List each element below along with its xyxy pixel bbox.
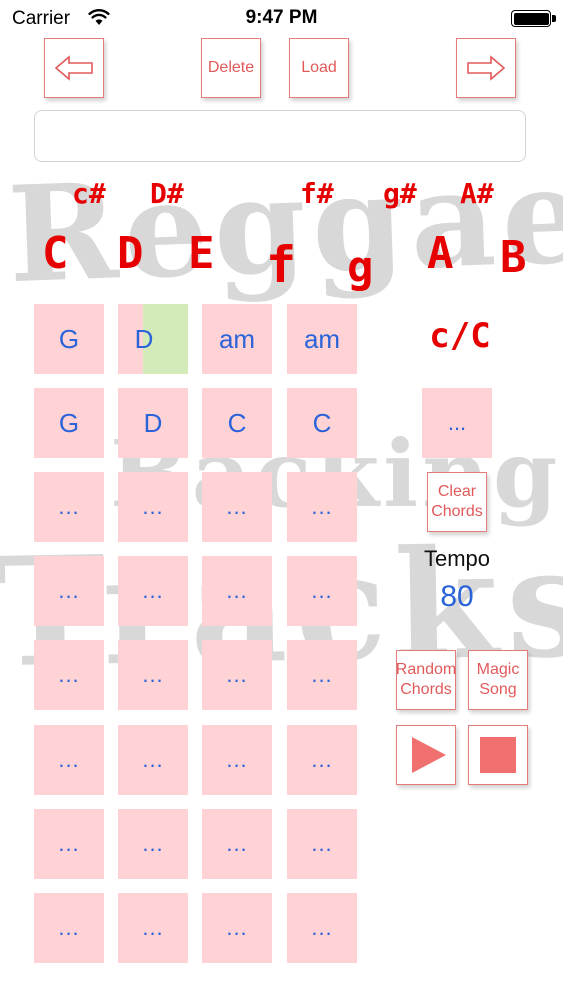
chord-cell[interactable]: ... — [118, 472, 188, 542]
chord-cell-label: ... — [311, 831, 333, 856]
key-g-sharp[interactable]: g# — [383, 180, 417, 208]
chord-cell[interactable]: ... — [287, 809, 357, 879]
chord-cell-label: ... — [311, 494, 333, 519]
chord-cell[interactable]: D — [118, 388, 188, 458]
chord-cell-label: ... — [311, 915, 333, 940]
battery-icon — [511, 10, 551, 27]
key-a-sharp[interactable]: A# — [460, 180, 494, 208]
tempo-value[interactable]: 80 — [397, 580, 517, 614]
extra-chord-slot-label: ... — [447, 410, 467, 435]
chord-cell[interactable]: ... — [34, 809, 104, 879]
key-f[interactable]: f — [266, 240, 296, 290]
chord-cell[interactable]: ... — [202, 472, 272, 542]
chord-cell[interactable]: ... — [202, 725, 272, 795]
chord-cell[interactable]: ... — [118, 809, 188, 879]
chord-cell[interactable]: ... — [34, 556, 104, 626]
chord-cell-label: ... — [226, 578, 248, 603]
play-button[interactable] — [396, 725, 456, 785]
load-button[interactable]: Load — [289, 38, 349, 98]
chord-cell-label: ... — [142, 747, 164, 772]
stop-icon — [480, 737, 516, 773]
chord-cell[interactable]: am — [287, 304, 357, 374]
chord-cell[interactable]: ... — [34, 640, 104, 710]
chord-cell-label: ... — [58, 578, 80, 603]
key-d-sharp[interactable]: D# — [150, 180, 184, 208]
chord-cell-label: ... — [311, 662, 333, 687]
chord-cell-label: ... — [311, 747, 333, 772]
chord-cell-label: C — [227, 407, 247, 438]
chord-cell[interactable]: ... — [287, 472, 357, 542]
chord-cell[interactable]: ... — [34, 725, 104, 795]
chord-cell[interactable]: D — [118, 304, 188, 374]
key-c-sharp[interactable]: c# — [72, 180, 106, 208]
magic-song-button[interactable]: Magic Song — [468, 650, 528, 710]
chord-cell[interactable]: ... — [118, 556, 188, 626]
chord-cell-label: G — [58, 323, 80, 354]
chord-cell[interactable]: G — [34, 304, 104, 374]
play-icon — [412, 737, 446, 773]
chord-cell-label: ... — [142, 915, 164, 940]
key-c[interactable]: C — [42, 232, 69, 276]
chord-cell[interactable]: ... — [34, 893, 104, 963]
key-g[interactable]: g — [347, 246, 374, 290]
back-button[interactable] — [44, 38, 104, 98]
chord-cell[interactable]: ... — [287, 640, 357, 710]
chord-cell-label: ... — [226, 747, 248, 772]
key-e[interactable]: E — [188, 232, 215, 276]
chord-cell[interactable]: ... — [34, 472, 104, 542]
stop-button[interactable] — [468, 725, 528, 785]
key-d[interactable]: D — [117, 232, 144, 276]
key-a[interactable]: A — [427, 232, 454, 276]
chord-cell[interactable]: ... — [287, 893, 357, 963]
key-f-sharp[interactable]: f# — [300, 180, 334, 208]
chord-cell[interactable]: ... — [202, 640, 272, 710]
key-b[interactable]: B — [500, 236, 527, 280]
chord-cell-label: am — [218, 323, 256, 354]
clock-time: 9:47 PM — [245, 7, 318, 28]
chord-cell[interactable]: G — [34, 388, 104, 458]
chord-cell-label: ... — [142, 494, 164, 519]
chord-cell[interactable]: C — [202, 388, 272, 458]
chord-cell-label: ... — [58, 831, 80, 856]
chord-cell[interactable]: ... — [118, 893, 188, 963]
chord-cell-label: ... — [58, 747, 80, 772]
chord-cell-label: ... — [142, 578, 164, 603]
chord-cell-label: D — [134, 323, 154, 354]
chord-cell[interactable]: am — [202, 304, 272, 374]
left-arrow-icon — [54, 55, 93, 81]
chord-cell-label: D — [143, 407, 163, 438]
chord-cell[interactable]: ... — [202, 556, 272, 626]
forward-button[interactable] — [456, 38, 516, 98]
battery-tip — [552, 15, 556, 22]
right-arrow-icon — [467, 55, 506, 81]
chord-cell-label: ... — [311, 578, 333, 603]
chord-cell-label: ... — [58, 915, 80, 940]
delete-button[interactable]: Delete — [201, 38, 261, 98]
chord-cell-label: ... — [226, 915, 248, 940]
chord-cell[interactable]: ... — [118, 725, 188, 795]
chord-cell-label: ... — [226, 831, 248, 856]
tempo-label: Tempo — [423, 546, 491, 571]
random-chords-button[interactable]: Random Chords — [396, 650, 456, 710]
extra-chord-slot[interactable]: ... — [422, 388, 492, 458]
chord-cell-label: C — [312, 407, 332, 438]
chord-cell-label: ... — [58, 662, 80, 687]
chord-cell-label: am — [303, 323, 341, 354]
clear-chords-button[interactable]: Clear Chords — [427, 472, 487, 532]
key-signature-label: c/C — [429, 316, 491, 356]
status-bar: Carrier 9:47 PM — [0, 0, 563, 38]
chord-cell-label: ... — [58, 494, 80, 519]
chord-cell-label: ... — [226, 494, 248, 519]
song-name-input[interactable] — [34, 110, 526, 162]
chord-cell[interactable]: ... — [202, 809, 272, 879]
chord-cell-label: ... — [142, 831, 164, 856]
chord-cell[interactable]: ... — [118, 640, 188, 710]
chord-cell[interactable]: ... — [287, 725, 357, 795]
chord-cell-label: ... — [142, 662, 164, 687]
chord-cell[interactable]: ... — [287, 556, 357, 626]
chord-cell-label: ... — [226, 662, 248, 687]
chord-cell-label: G — [58, 407, 80, 438]
chord-cell[interactable]: C — [287, 388, 357, 458]
chord-cell[interactable]: ... — [202, 893, 272, 963]
